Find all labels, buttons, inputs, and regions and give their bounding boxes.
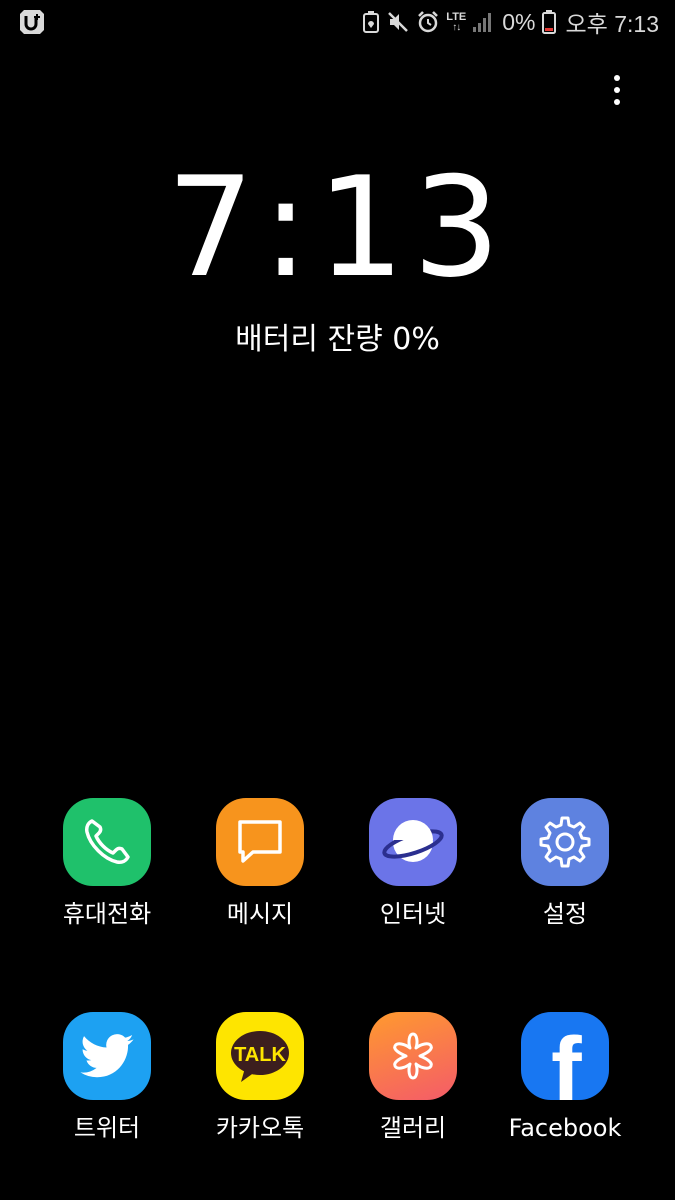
alarm-icon [416, 10, 440, 34]
signal-icon [472, 11, 494, 33]
battery-icon [541, 10, 556, 34]
message-icon [216, 798, 304, 886]
facebook-glyph: f [551, 1019, 582, 1100]
dot [614, 99, 620, 105]
app-label: 트위터 [73, 1114, 141, 1142]
app-label: 카카오톡 [215, 1114, 305, 1142]
dot [614, 87, 620, 93]
app-twitter[interactable]: 트위터 [42, 1012, 172, 1144]
app-facebook[interactable]: f Facebook [500, 1012, 630, 1144]
app-label: Facebook [508, 1114, 622, 1142]
app-gallery[interactable]: 갤러리 [348, 1012, 478, 1144]
status-icons: LTE ↑↓ 0% 오후 7:13 [362, 6, 659, 38]
lte-label: LTE [446, 10, 467, 23]
app-label: 인터넷 [379, 900, 447, 928]
settings-icon [521, 798, 609, 886]
app-phone[interactable]: 휴대전화 [42, 798, 172, 930]
app-label: 휴대전화 [62, 900, 152, 928]
more-options-button[interactable] [602, 70, 632, 110]
kakaotalk-icon: TALK [216, 1012, 304, 1100]
internet-icon [369, 798, 457, 886]
gallery-icon [369, 1012, 457, 1100]
battery-remaining-text: 배터리 잔량 0% [235, 322, 440, 357]
phone-icon [63, 798, 151, 886]
app-label: 설정 [542, 900, 588, 928]
facebook-icon: f [521, 1012, 609, 1100]
status-time: 오후 7:13 [565, 11, 659, 37]
mute-icon [386, 10, 410, 34]
app-label: 갤러리 [379, 1114, 447, 1142]
app-internet[interactable]: 인터넷 [348, 798, 478, 930]
kakaotalk-badge-text: TALK [234, 1044, 286, 1066]
app-settings[interactable]: 설정 [500, 798, 630, 930]
app-kakaotalk[interactable]: TALK 카카오톡 [195, 1012, 325, 1144]
twitter-icon [63, 1012, 151, 1100]
battery-percent: 0% [502, 8, 536, 35]
battery-saver-icon [362, 10, 380, 34]
uplus-carrier-icon [18, 8, 46, 36]
dot [614, 75, 620, 81]
lte-icon: LTE ↑↓ [446, 10, 467, 33]
status-bar: LTE ↑↓ 0% 오후 7:13 [0, 0, 675, 44]
app-label: 메시지 [226, 900, 294, 928]
clock-time: 7:13 [166, 147, 509, 308]
clock: 7:13 [0, 148, 675, 308]
app-messages[interactable]: 메시지 [195, 798, 325, 930]
